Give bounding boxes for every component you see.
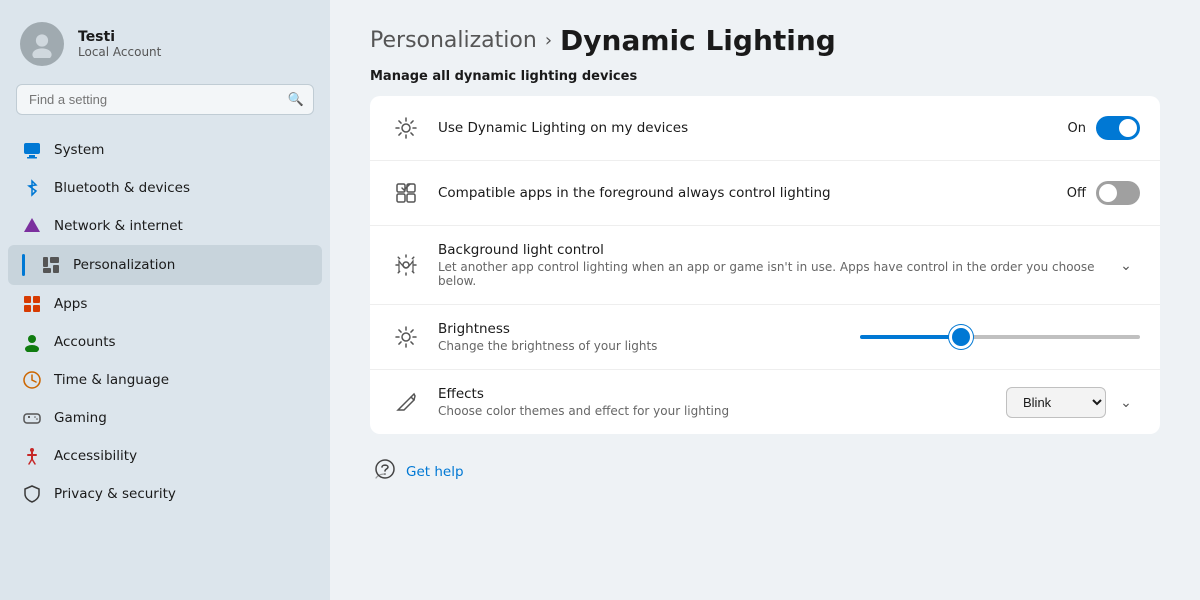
toggle-knob bbox=[1119, 119, 1137, 137]
effects-desc: Choose color themes and effect for your … bbox=[438, 404, 990, 418]
sidebar-item-system-label: System bbox=[54, 142, 104, 158]
search-icon: 🔍 bbox=[288, 92, 304, 107]
compatible-apps-control: Off bbox=[1067, 181, 1140, 205]
sidebar-item-bluetooth[interactable]: Bluetooth & devices bbox=[8, 169, 322, 207]
sidebar-item-accounts-label: Accounts bbox=[54, 334, 116, 350]
setting-row-background-light: Background light control Let another app… bbox=[370, 226, 1160, 305]
sidebar-item-apps-label: Apps bbox=[54, 296, 87, 312]
effects-chevron[interactable]: ⌄ bbox=[1112, 388, 1140, 416]
use-dynamic-lighting-title: Use Dynamic Lighting on my devices bbox=[438, 120, 1052, 136]
effects-icon bbox=[390, 386, 422, 418]
compatible-apps-toggle[interactable] bbox=[1096, 181, 1140, 205]
compatible-apps-title: Compatible apps in the foreground always… bbox=[438, 185, 1051, 201]
brightness-title: Brightness bbox=[438, 321, 844, 337]
sidebar-item-time-label: Time & language bbox=[54, 372, 169, 388]
effects-dropdown[interactable]: Blink Solid Pulse Wave Rainbow bbox=[1006, 387, 1106, 418]
active-indicator bbox=[22, 254, 25, 276]
sidebar-item-gaming[interactable]: Gaming bbox=[8, 399, 322, 437]
sidebar-item-accounts[interactable]: Accounts bbox=[8, 323, 322, 361]
breadcrumb-separator: › bbox=[545, 30, 552, 51]
time-icon bbox=[22, 370, 42, 390]
get-help-link[interactable]: Get help bbox=[406, 464, 464, 480]
breadcrumb-parent[interactable]: Personalization bbox=[370, 28, 537, 53]
apps-icon bbox=[22, 294, 42, 314]
user-subtitle: Local Account bbox=[78, 45, 161, 59]
use-dynamic-lighting-control: On bbox=[1068, 116, 1140, 140]
dynamic-lighting-icon bbox=[390, 112, 422, 144]
background-light-chevron[interactable]: ⌄ bbox=[1112, 251, 1140, 279]
sidebar-item-apps[interactable]: Apps bbox=[8, 285, 322, 323]
sidebar-item-accessibility-label: Accessibility bbox=[54, 448, 137, 464]
bluetooth-icon bbox=[22, 178, 42, 198]
search-input[interactable] bbox=[16, 84, 314, 115]
user-name: Testi bbox=[78, 29, 161, 45]
background-light-icon bbox=[390, 249, 422, 281]
sidebar: Testi Local Account 🔍 System bbox=[0, 0, 330, 600]
sidebar-item-privacy[interactable]: Privacy & security bbox=[8, 475, 322, 513]
breadcrumb: Personalization › Dynamic Lighting bbox=[370, 24, 1160, 57]
setting-row-brightness: Brightness Change the brightness of your… bbox=[370, 305, 1160, 370]
background-light-control: ⌄ bbox=[1112, 251, 1140, 279]
background-light-desc: Let another app control lighting when an… bbox=[438, 260, 1096, 288]
avatar bbox=[20, 22, 64, 66]
background-light-title: Background light control bbox=[438, 242, 1096, 258]
brightness-slider[interactable] bbox=[860, 335, 1140, 339]
accessibility-icon bbox=[22, 446, 42, 466]
compatible-apps-icon bbox=[390, 177, 422, 209]
sidebar-item-time[interactable]: Time & language bbox=[8, 361, 322, 399]
sidebar-item-personalization[interactable]: Personalization bbox=[8, 245, 322, 285]
sidebar-item-privacy-label: Privacy & security bbox=[54, 486, 176, 502]
privacy-icon bbox=[22, 484, 42, 504]
use-dynamic-lighting-text: Use Dynamic Lighting on my devices bbox=[438, 120, 1052, 136]
sidebar-item-personalization-label: Personalization bbox=[73, 257, 175, 273]
system-icon bbox=[22, 140, 42, 160]
effects-title: Effects bbox=[438, 386, 990, 402]
setting-row-effects: Effects Choose color themes and effect f… bbox=[370, 370, 1160, 434]
sidebar-item-network-label: Network & internet bbox=[54, 218, 183, 234]
brightness-control bbox=[860, 335, 1140, 339]
sidebar-item-gaming-label: Gaming bbox=[54, 410, 107, 426]
toggle-knob-off bbox=[1099, 184, 1117, 202]
accounts-icon bbox=[22, 332, 42, 352]
sidebar-item-accessibility[interactable]: Accessibility bbox=[8, 437, 322, 475]
compatible-apps-label: Off bbox=[1067, 186, 1086, 201]
page-title: Dynamic Lighting bbox=[560, 24, 836, 57]
brightness-desc: Change the brightness of your lights bbox=[438, 339, 844, 353]
setting-row-use-dynamic-lighting: Use Dynamic Lighting on my devices On bbox=[370, 96, 1160, 161]
brightness-icon bbox=[390, 321, 422, 353]
effects-control: Blink Solid Pulse Wave Rainbow ⌄ bbox=[1006, 387, 1140, 418]
personalization-icon bbox=[41, 255, 61, 275]
get-help-icon bbox=[374, 458, 396, 485]
setting-row-compatible-apps: Compatible apps in the foreground always… bbox=[370, 161, 1160, 226]
search-box[interactable]: 🔍 bbox=[16, 84, 314, 115]
gaming-icon bbox=[22, 408, 42, 428]
sidebar-item-network[interactable]: Network & internet bbox=[8, 207, 322, 245]
sidebar-item-system[interactable]: System bbox=[8, 131, 322, 169]
effects-text: Effects Choose color themes and effect f… bbox=[438, 386, 990, 418]
use-dynamic-lighting-label: On bbox=[1068, 121, 1086, 136]
brightness-text: Brightness Change the brightness of your… bbox=[438, 321, 844, 353]
settings-card-main: Use Dynamic Lighting on my devices On bbox=[370, 96, 1160, 434]
user-info: Testi Local Account bbox=[78, 29, 161, 59]
section-label: Manage all dynamic lighting devices bbox=[370, 69, 1160, 84]
sidebar-item-bluetooth-label: Bluetooth & devices bbox=[54, 180, 190, 196]
nav-list: System Bluetooth & devices Network & int… bbox=[0, 127, 330, 600]
network-icon bbox=[22, 216, 42, 236]
user-profile[interactable]: Testi Local Account bbox=[0, 0, 330, 84]
get-help-row[interactable]: Get help bbox=[370, 440, 1160, 493]
use-dynamic-lighting-toggle[interactable] bbox=[1096, 116, 1140, 140]
background-light-text: Background light control Let another app… bbox=[438, 242, 1096, 288]
compatible-apps-text: Compatible apps in the foreground always… bbox=[438, 185, 1051, 201]
main-content: Personalization › Dynamic Lighting Manag… bbox=[330, 0, 1200, 600]
